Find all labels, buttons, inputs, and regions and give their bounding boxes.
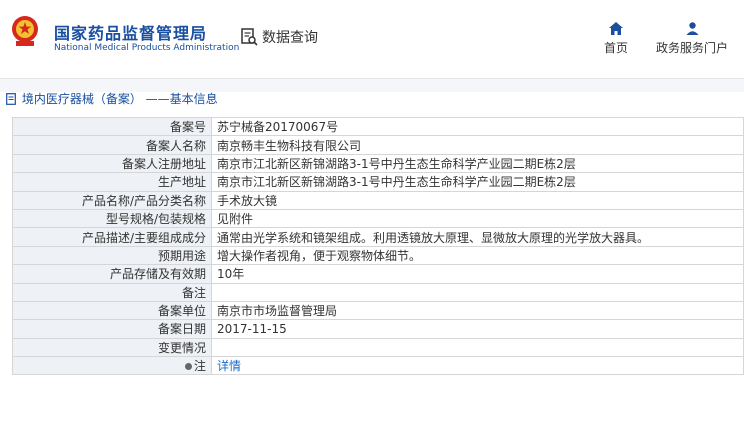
field-label: 备案人注册地址 xyxy=(12,153,212,174)
field-value: 南京市江北新区新锦湖路3-1号中丹生态生命科学产业园二期E栋2层 xyxy=(211,172,744,192)
nav-home[interactable]: 首页 xyxy=(598,22,634,56)
table-row: 产品描述/主要组成成分 通常由光学系统和镜架组成。利用透镜放大原理、显微放大原理的… xyxy=(12,227,744,247)
field-value: 见附件 xyxy=(211,208,744,229)
field-label: 变更情况 xyxy=(12,337,212,358)
table-row: 产品存储及有效期 10年 xyxy=(12,264,744,284)
user-icon xyxy=(686,22,698,35)
field-value: 南京市江北新区新锦湖路3-1号中丹生态生命科学产业园二期E栋2层 xyxy=(211,153,744,174)
field-value xyxy=(211,282,744,302)
field-label: 预期用途 xyxy=(12,245,212,266)
field-value: 10年 xyxy=(211,264,744,284)
field-value: 通常由光学系统和镜架组成。利用透镜放大原理、显微放大原理的光学放大器具。 xyxy=(211,227,744,247)
field-label: 备案日期 xyxy=(12,319,212,339)
note-value-cell: 详情 xyxy=(211,356,744,376)
table-row: 备案人名称 南京畅丰生物科技有限公司 xyxy=(12,135,744,155)
table-row: 备案人注册地址 南京市江北新区新锦湖路3-1号中丹生态生命科学产业园二期E栋2层 xyxy=(12,153,744,174)
table-row: 备案单位 南京市市场监督管理局 xyxy=(12,300,744,321)
field-label: 备注 xyxy=(12,282,212,302)
field-value: 2017-11-15 xyxy=(211,319,744,339)
data-query-label: 数据查询 xyxy=(262,30,318,46)
table-row: 生产地址 南京市江北新区新锦湖路3-1号中丹生态生命科学产业园二期E栋2层 xyxy=(12,172,744,192)
nav-home-label: 首页 xyxy=(603,41,628,55)
table-row: 备案号 苏宁械备20170067号 xyxy=(12,117,744,137)
table-row: 备案日期 2017-11-15 xyxy=(12,319,744,339)
home-icon xyxy=(609,22,623,35)
field-label: 产品存储及有效期 xyxy=(12,264,212,284)
table-row: 备注 xyxy=(12,282,744,302)
nav-service-portal[interactable]: 政务服务门户 xyxy=(652,22,732,56)
site-header: 国家药品监督管理局 National Medical Products Admi… xyxy=(0,0,744,79)
note-label: 注 xyxy=(193,359,206,374)
note-label-cell: 注 xyxy=(12,356,212,376)
field-value: 手术放大镜 xyxy=(211,190,744,210)
nav-service-portal-label: 政务服务门户 xyxy=(655,41,728,55)
details-link[interactable]: 详情 xyxy=(217,359,241,373)
document-search-icon xyxy=(241,28,258,46)
site-subtitle: National Medical Products Administration xyxy=(54,43,240,53)
bullet-icon xyxy=(184,363,192,371)
field-label: 产品描述/主要组成成分 xyxy=(12,227,212,247)
field-label: 备案单位 xyxy=(12,300,212,321)
site-title: 国家药品监督管理局 xyxy=(54,24,208,43)
breadcrumb-text: 境内医疗器械（备案） ——基本信息 xyxy=(21,92,218,106)
table-row: 变更情况 xyxy=(12,337,744,358)
field-value: 南京市市场监督管理局 xyxy=(211,300,744,321)
field-label: 备案号 xyxy=(12,117,212,137)
field-value: 南京畅丰生物科技有限公司 xyxy=(211,135,744,155)
field-label: 生产地址 xyxy=(12,172,212,192)
field-label: 备案人名称 xyxy=(12,135,212,155)
note-row: 注 详情 xyxy=(12,356,744,376)
table-row: 产品名称/产品分类名称 手术放大镜 xyxy=(12,190,744,210)
national-emblem-icon xyxy=(12,16,38,46)
field-value: 增大操作者视角，便于观察物体细节。 xyxy=(211,245,744,266)
field-value xyxy=(211,337,744,358)
document-icon xyxy=(6,93,16,105)
breadcrumb: 境内医疗器械（备案） ——基本信息 xyxy=(0,88,744,110)
field-label: 产品名称/产品分类名称 xyxy=(12,190,212,210)
record-detail-table: 备案号 苏宁械备20170067号 备案人名称 南京畅丰生物科技有限公司 备案人注册… xyxy=(12,117,744,376)
table-row: 型号规格/包装规格 见附件 xyxy=(12,208,744,229)
table-row: 预期用途 增大操作者视角，便于观察物体细节。 xyxy=(12,245,744,266)
field-value: 苏宁械备20170067号 xyxy=(211,117,744,137)
data-query-link[interactable]: 数据查询 xyxy=(240,27,318,47)
field-label: 型号规格/包装规格 xyxy=(12,208,212,229)
record-table-container: 备案号 苏宁械备20170067号 备案人名称 南京畅丰生物科技有限公司 备案人注册… xyxy=(12,117,744,423)
